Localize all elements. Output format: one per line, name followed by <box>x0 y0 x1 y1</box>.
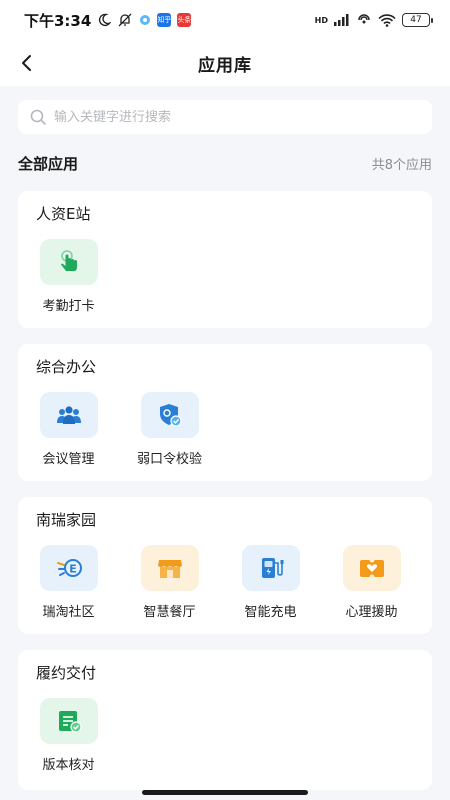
heart-card-icon <box>342 545 401 591</box>
app-label: 考勤打卡 <box>42 299 95 314</box>
chevron-left-icon <box>22 55 31 71</box>
app-grid: E 瑞淘社区 智慧餐厅 智能充电 心理援助 <box>18 545 432 620</box>
app-label: 弱口令校验 <box>136 452 202 467</box>
back-button[interactable] <box>12 48 42 78</box>
app-label: 智能充电 <box>244 605 297 620</box>
app-smart-charging[interactable]: 智能充电 <box>220 545 321 620</box>
mute-bell-icon <box>118 13 132 27</box>
document-check-icon <box>39 698 98 744</box>
home-indicator[interactable] <box>142 790 308 795</box>
category-title: 南瑞家园 <box>36 511 97 529</box>
zhihu-notification-icon: 知乎 <box>157 13 172 27</box>
category-title: 人资E站 <box>36 205 91 223</box>
app-weak-password-check[interactable]: 弱口令校验 <box>119 392 220 467</box>
app-meeting-management[interactable]: 会议管理 <box>18 392 119 467</box>
app-label: 瑞淘社区 <box>42 605 95 620</box>
network-type-label: HD <box>314 15 328 25</box>
nav-bar: 应用库 <box>0 40 450 86</box>
app-label: 会议管理 <box>42 452 95 467</box>
category-title: 综合办公 <box>36 358 97 376</box>
app-grid: 考勤打卡 <box>18 239 432 314</box>
toutiao-notification-icon: 头条 <box>177 13 192 27</box>
app-count: 共8个应用 <box>371 157 432 173</box>
category-card-office: 综合办公 会议管理 弱口令校验 <box>18 344 432 481</box>
app-label: 智慧餐厅 <box>143 605 196 620</box>
restaurant-icon <box>140 545 199 591</box>
app-grid: 会议管理 弱口令校验 <box>18 392 432 467</box>
app-label: 版本核对 <box>42 758 95 773</box>
wifi-icon <box>378 13 396 27</box>
app-notification-icon <box>140 15 151 25</box>
battery-level: 47 <box>410 15 422 25</box>
status-bar: 下午3:34 知乎 头条 HD 47 <box>0 0 450 40</box>
moon-icon <box>99 13 112 27</box>
app-attendance[interactable]: 考勤打卡 <box>18 239 119 314</box>
app-grid: 版本核对 <box>18 698 432 773</box>
battery-icon: 47 <box>402 13 433 27</box>
app-ruitao-community[interactable]: E 瑞淘社区 <box>18 545 119 620</box>
svg-text:E: E <box>69 563 77 576</box>
search-input[interactable] <box>54 109 394 125</box>
status-notification-icons: 知乎 头条 <box>97 13 192 27</box>
app-smart-restaurant[interactable]: 智慧餐厅 <box>119 545 220 620</box>
app-psychological-aid[interactable]: 心理援助 <box>321 545 422 620</box>
meeting-people-icon <box>39 392 98 438</box>
hotspot-icon <box>358 14 370 24</box>
app-version-check[interactable]: 版本核对 <box>18 698 119 773</box>
category-title: 履约交付 <box>36 664 97 682</box>
category-card-delivery: 履约交付 版本核对 <box>18 650 432 790</box>
status-system-icons: HD 47 <box>314 13 433 27</box>
search-icon <box>30 109 46 125</box>
page-title: 应用库 <box>198 55 252 76</box>
tap-finger-icon <box>39 239 98 285</box>
status-time: 下午3:34 <box>24 11 92 30</box>
charging-station-icon <box>241 545 300 591</box>
category-card-home: 南瑞家园 E 瑞淘社区 智慧餐厅 智能充电 心理援助 <box>18 497 432 634</box>
all-apps-title: 全部应用 <box>18 154 79 173</box>
community-e-icon: E <box>39 545 98 591</box>
shield-check-icon <box>140 392 199 438</box>
category-card-hr: 人资E站 考勤打卡 <box>18 191 432 328</box>
signal-icon <box>334 14 349 26</box>
app-label: 心理援助 <box>345 605 398 620</box>
all-apps-header: 全部应用 共8个应用 <box>18 150 432 176</box>
search-bar[interactable] <box>18 100 432 134</box>
